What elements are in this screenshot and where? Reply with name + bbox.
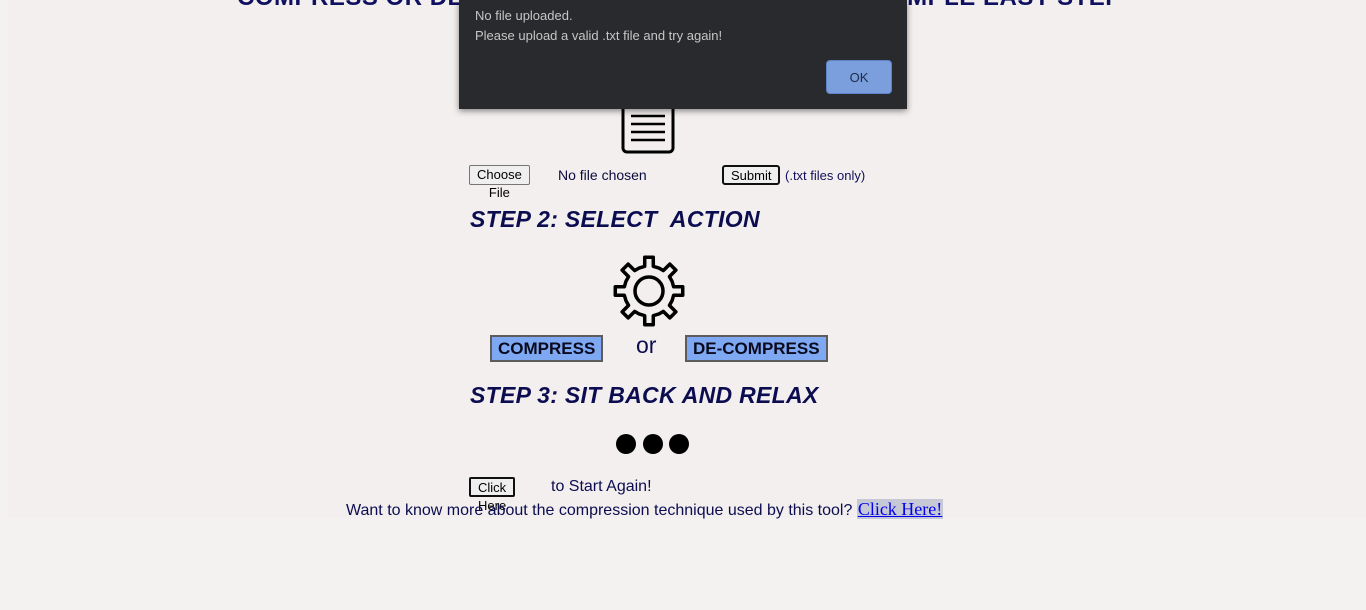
decompress-button[interactable]: DE-COMPRESS: [685, 335, 828, 362]
restart-text: to Start Again!: [551, 478, 652, 495]
learn-more-row: Want to know more about the compression …: [346, 499, 944, 520]
gear-hub: [633, 275, 665, 307]
learn-more-link[interactable]: Click Here!: [856, 499, 944, 519]
submit-button[interactable]: Submit: [722, 165, 781, 185]
restart-button[interactable]: Click Here: [469, 477, 516, 513]
file-type-hint: (.txt files only): [785, 168, 866, 183]
or-separator: or: [636, 332, 657, 358]
learn-more-text: Want to know more about the compression …: [346, 502, 853, 519]
three-dots-icon: [616, 434, 689, 454]
gear-outline: [613, 255, 685, 327]
file-status-text: No file chosen: [558, 167, 647, 183]
ok-button[interactable]: OK: [826, 60, 892, 94]
alert-dialog: No file uploaded. Please upload a valid …: [459, 0, 907, 109]
dialog-message-line1: No file uploaded.: [475, 8, 573, 23]
compress-button[interactable]: COMPRESS: [490, 335, 604, 362]
dialog-message-line2: Please upload a valid .txt file and try …: [475, 28, 723, 43]
step2-heading: STEP 2: SELECT ACTION: [470, 206, 760, 232]
step3-heading: STEP 3: SIT BACK AND RELAX: [470, 382, 819, 408]
choose-file-button[interactable]: Choose File: [469, 165, 530, 200]
gear-icon: [613, 255, 685, 327]
